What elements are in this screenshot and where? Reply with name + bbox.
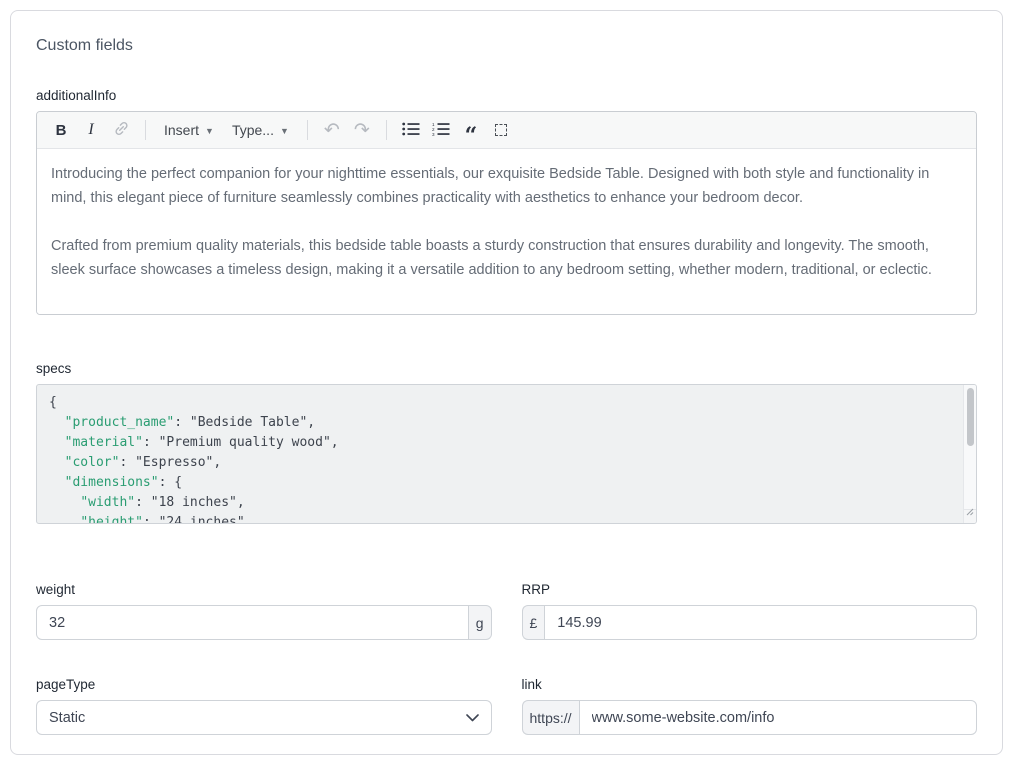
rte-paragraph: Introducing the perfect companion for yo… [51, 162, 962, 210]
link-input[interactable] [579, 700, 977, 735]
specs-label: specs [36, 361, 977, 376]
link-icon [113, 120, 130, 140]
code-line: "width": "18 inches", [49, 493, 964, 513]
rrp-currency-addon: £ [522, 605, 545, 640]
page-type-selected-value: Static [49, 710, 85, 726]
rte-toolbar: B I Insert ▼ Ty [37, 112, 976, 149]
field-additional-info: additionalInfo B I Insert [36, 88, 977, 315]
toolbar-separator [307, 120, 308, 140]
scrollbar-thumb[interactable] [967, 388, 974, 446]
bold-button[interactable]: B [47, 116, 75, 144]
rich-text-editor: B I Insert ▼ Ty [36, 111, 977, 315]
chevron-down-icon: ▼ [205, 126, 214, 136]
toolbar-separator [145, 120, 146, 140]
undo-button[interactable]: ↶ [318, 116, 346, 144]
insert-dropdown-label: Insert [164, 122, 199, 138]
page-type-label: pageType [36, 677, 492, 692]
weight-input-group: g [36, 605, 492, 640]
code-line: "height": "24 inches", [49, 513, 964, 524]
link-button[interactable] [107, 116, 135, 144]
chevron-down-icon [466, 710, 479, 726]
rrp-label: RRP [522, 582, 978, 597]
chevron-down-icon: ▼ [280, 126, 289, 136]
link-protocol-addon: https:// [522, 700, 579, 735]
insert-dropdown[interactable]: Insert ▼ [156, 116, 222, 144]
numbered-list-icon: 1 2 3 [432, 122, 450, 139]
custom-fields-card: Custom fields additionalInfo B I [10, 10, 1003, 755]
redo-button[interactable]: ↷ [348, 116, 376, 144]
link-input-group: https:// [522, 700, 978, 735]
field-link: link https:// [522, 677, 978, 735]
weight-unit-addon: g [469, 605, 492, 640]
code-line: "material": "Premium quality wood", [49, 433, 964, 453]
weight-input[interactable] [36, 605, 469, 640]
field-specs: specs { "product_name": "Bedside Table",… [36, 361, 977, 524]
bullet-list-icon [402, 122, 420, 139]
weight-label: weight [36, 582, 492, 597]
rrp-input[interactable] [544, 605, 977, 640]
specs-code-editor[interactable]: { "product_name": "Bedside Table", "mate… [36, 384, 977, 524]
numbered-list-button[interactable]: 1 2 3 [427, 116, 455, 144]
specs-code: { "product_name": "Bedside Table", "mate… [37, 385, 976, 524]
card-title: Custom fields [36, 37, 977, 55]
field-weight: weight g [36, 582, 492, 640]
rte-paragraph: Crafted from premium quality materials, … [51, 234, 962, 282]
code-line: "dimensions": { [49, 473, 964, 493]
redo-icon: ↷ [354, 121, 370, 140]
link-label: link [522, 677, 978, 692]
dashed-square-icon [495, 124, 507, 136]
field-rrp: RRP £ [522, 582, 978, 640]
resize-grip-icon [966, 503, 974, 521]
additional-info-label: additionalInfo [36, 88, 977, 103]
code-line: "color": "Espresso", [49, 453, 964, 473]
field-page-type: pageType Static [36, 677, 492, 735]
blockquote-button[interactable]: “ [457, 116, 485, 144]
code-line: "product_name": "Bedside Table", [49, 413, 964, 433]
vertical-scrollbar[interactable] [963, 385, 976, 509]
bullet-list-button[interactable] [397, 116, 425, 144]
blockquote-icon: “ [465, 120, 478, 141]
rrp-input-group: £ [522, 605, 978, 640]
svg-text:3: 3 [432, 131, 435, 135]
code-block-button[interactable] [487, 116, 515, 144]
type-dropdown[interactable]: Type... ▼ [224, 116, 297, 144]
undo-icon: ↶ [324, 121, 340, 140]
code-line: { [49, 393, 964, 413]
type-dropdown-label: Type... [232, 122, 274, 138]
resize-handle[interactable] [963, 509, 976, 523]
page-type-select[interactable]: Static [36, 700, 492, 735]
rte-content[interactable]: Introducing the perfect companion for yo… [37, 149, 976, 314]
toolbar-separator [386, 120, 387, 140]
italic-button[interactable]: I [77, 116, 105, 144]
